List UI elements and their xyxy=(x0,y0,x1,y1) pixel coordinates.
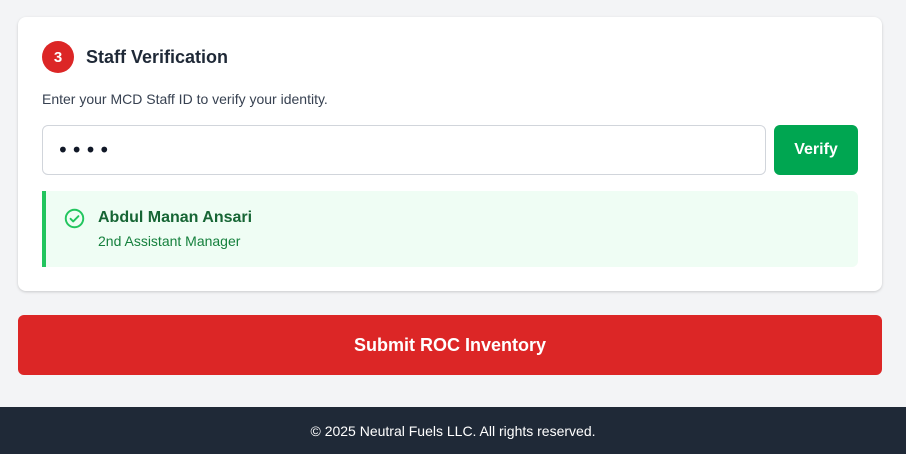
section-title: Staff Verification xyxy=(86,46,229,67)
staff-id-input[interactable] xyxy=(42,125,766,175)
step-number-badge: 3 xyxy=(42,41,74,73)
verify-button[interactable]: Verify xyxy=(774,125,858,175)
staff-id-row: Verify xyxy=(42,125,858,175)
step-header: 3 Staff Verification xyxy=(42,41,228,73)
footer: © 2025 Neutral Fuels LLC. All rights res… xyxy=(0,407,906,454)
verification-result: Abdul Manan Ansari 2nd Assistant Manager xyxy=(42,191,858,267)
staff-name: Abdul Manan Ansari xyxy=(98,209,253,226)
staff-verification-card: 3 Staff Verification Enter your MCD Staf… xyxy=(18,17,882,291)
copyright-text: © 2025 Neutral Fuels LLC. All rights res… xyxy=(310,422,596,439)
staff-role: 2nd Assistant Manager xyxy=(98,233,241,249)
instructions-text: Enter your MCD Staff ID to verify your i… xyxy=(42,91,328,107)
submit-roc-inventory-button[interactable]: Submit ROC Inventory xyxy=(18,315,882,375)
page: 3 Staff Verification Enter your MCD Staf… xyxy=(0,0,906,454)
check-circle-icon xyxy=(64,208,85,229)
